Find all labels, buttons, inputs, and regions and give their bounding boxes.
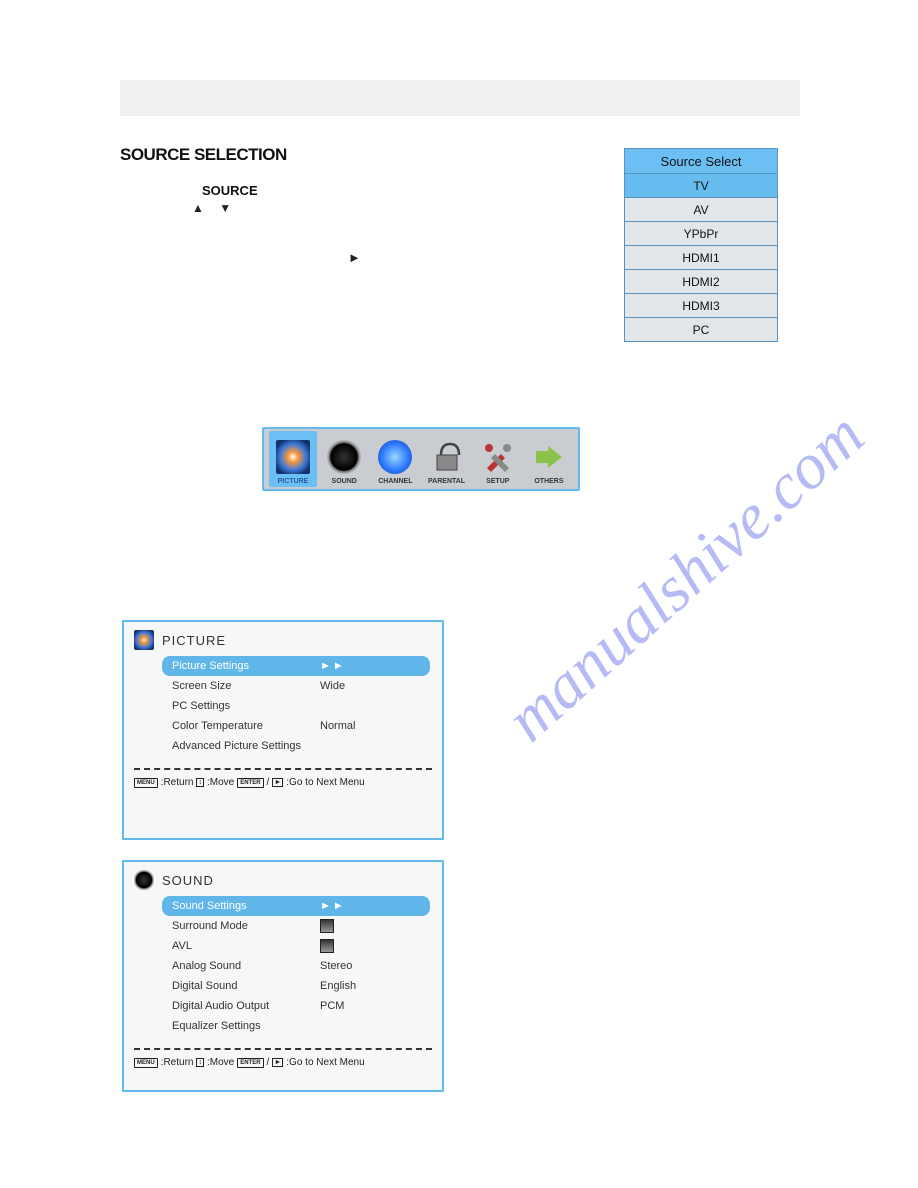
page: SOURCE SELECTION SOURCE ▲ ▼ ► Source Sel… <box>0 0 918 1188</box>
toolbar-label: SETUP <box>486 478 509 485</box>
slash: / <box>267 1057 270 1068</box>
play-icon: ► <box>272 778 283 787</box>
move-hint: :Move <box>207 1057 234 1068</box>
section-title: SOURCE SELECTION <box>120 145 287 165</box>
panel-title: PICTURE <box>162 633 226 648</box>
source-option-hdmi1[interactable]: HDMI1 <box>625 246 778 270</box>
source-option-pc[interactable]: PC <box>625 318 778 342</box>
panel-title: SOUND <box>162 873 214 888</box>
sound-icon <box>327 440 361 474</box>
play-icon: ► <box>272 1058 283 1067</box>
menu-button-hint: MENU <box>134 778 158 788</box>
source-select-header: Source Select <box>625 149 778 174</box>
toolbar-label: OTHERS <box>534 478 563 485</box>
slash: / <box>267 777 270 788</box>
toolbar-item-channel[interactable]: CHANNEL <box>371 431 419 487</box>
menu-item-picture-settings[interactable]: Picture Settings ►► <box>162 656 430 676</box>
menu-item-pc-settings[interactable]: PC Settings <box>162 696 430 716</box>
source-label: SOURCE <box>202 183 258 198</box>
checkbox-icon <box>320 919 334 933</box>
menu-item-digital-audio-output[interactable]: Digital Audio Output PCM <box>162 996 430 1016</box>
source-option-av[interactable]: AV <box>625 198 778 222</box>
menu-item-equalizer-settings[interactable]: Equalizer Settings <box>162 1016 430 1036</box>
row-label: Sound Settings <box>172 900 320 912</box>
row-value: Normal <box>320 720 355 732</box>
menu-item-surround-mode[interactable]: Surround Mode <box>162 916 430 936</box>
enter-button-hint: ENTER <box>237 778 263 788</box>
menu-item-screen-size[interactable]: Screen Size Wide <box>162 676 430 696</box>
row-label: Advanced Picture Settings <box>172 740 320 752</box>
picture-menu-panel: PICTURE Picture Settings ►► Screen Size … <box>122 620 444 840</box>
source-option-ypbpr[interactable]: YPbPr <box>625 222 778 246</box>
up-down-arrow-icon: ▲ ▼ <box>192 201 237 215</box>
toolbar-item-setup[interactable]: SETUP <box>474 431 522 487</box>
row-label: Color Temperature <box>172 720 320 732</box>
panel-header: SOUND <box>124 862 442 896</box>
updown-icon: ↕ <box>196 1058 204 1067</box>
panel-list: Picture Settings ►► Screen Size Wide PC … <box>124 656 442 756</box>
toolbar-label: CHANNEL <box>378 478 412 485</box>
toolbar-item-parental[interactable]: PARENTAL <box>423 431 471 487</box>
row-label: AVL <box>172 940 320 952</box>
menu-item-advanced-picture-settings[interactable]: Advanced Picture Settings <box>162 736 430 756</box>
row-label: Equalizer Settings <box>172 1020 320 1032</box>
return-hint: :Return <box>161 777 194 788</box>
panel-footer: MENU :Return ↕ :Move ENTER / ► :Go to Ne… <box>124 1054 442 1076</box>
row-label: Surround Mode <box>172 920 320 932</box>
divider <box>134 768 432 770</box>
row-value: ►► <box>320 660 346 672</box>
row-label: Screen Size <box>172 680 320 692</box>
menu-item-color-temperature[interactable]: Color Temperature Normal <box>162 716 430 736</box>
toolbar-item-sound[interactable]: SOUND <box>320 431 368 487</box>
row-label: Digital Sound <box>172 980 320 992</box>
row-label: PC Settings <box>172 700 320 712</box>
enter-button-hint: ENTER <box>237 1058 263 1068</box>
row-label: Analog Sound <box>172 960 320 972</box>
picture-icon <box>276 440 310 474</box>
panel-footer: MENU :Return ↕ :Move ENTER / ► :Go to Ne… <box>124 774 442 796</box>
divider <box>134 1048 432 1050</box>
menu-item-digital-sound[interactable]: Digital Sound English <box>162 976 430 996</box>
top-header-bar <box>120 80 800 116</box>
next-hint: :Go to Next Menu <box>286 1057 364 1068</box>
row-label: Digital Audio Output <box>172 1000 320 1012</box>
checkbox-icon <box>320 939 334 953</box>
menu-item-avl[interactable]: AVL <box>162 936 430 956</box>
toolbar-item-others[interactable]: OTHERS <box>525 431 573 487</box>
channel-icon <box>378 440 412 474</box>
sound-icon <box>134 870 154 890</box>
right-arrow-icon: ► <box>348 250 361 265</box>
menu-button-hint: MENU <box>134 1058 158 1068</box>
menu-item-analog-sound[interactable]: Analog Sound Stereo <box>162 956 430 976</box>
toolbar-label: SOUND <box>332 478 357 485</box>
parental-icon <box>430 440 464 474</box>
sound-menu-panel: SOUND Sound Settings ►► Surround Mode AV… <box>122 860 444 1092</box>
source-option-tv[interactable]: TV <box>625 174 778 198</box>
panel-list: Sound Settings ►► Surround Mode AVL Anal… <box>124 896 442 1036</box>
next-hint: :Go to Next Menu <box>286 777 364 788</box>
source-option-hdmi2[interactable]: HDMI2 <box>625 270 778 294</box>
main-menu-toolbar: PICTURE SOUND CHANNEL PARENTAL SETUP <box>262 427 580 491</box>
return-hint: :Return <box>161 1057 194 1068</box>
toolbar-item-picture[interactable]: PICTURE <box>269 431 317 487</box>
others-icon <box>532 440 566 474</box>
row-value: PCM <box>320 1000 344 1012</box>
row-value: Wide <box>320 680 345 692</box>
toolbar-label: PICTURE <box>278 478 309 485</box>
source-select-table: Source Select TV AV YPbPr HDMI1 HDMI2 HD… <box>624 148 778 342</box>
source-option-hdmi3[interactable]: HDMI3 <box>625 294 778 318</box>
picture-icon <box>134 630 154 650</box>
updown-icon: ↕ <box>196 778 204 787</box>
panel-header: PICTURE <box>124 622 442 656</box>
toolbar-label: PARENTAL <box>428 478 465 485</box>
menu-item-sound-settings[interactable]: Sound Settings ►► <box>162 896 430 916</box>
row-value: ►► <box>320 900 346 912</box>
row-value: English <box>320 980 356 992</box>
move-hint: :Move <box>207 777 234 788</box>
row-label: Picture Settings <box>172 660 320 672</box>
row-value: Stereo <box>320 960 352 972</box>
setup-icon <box>481 440 515 474</box>
